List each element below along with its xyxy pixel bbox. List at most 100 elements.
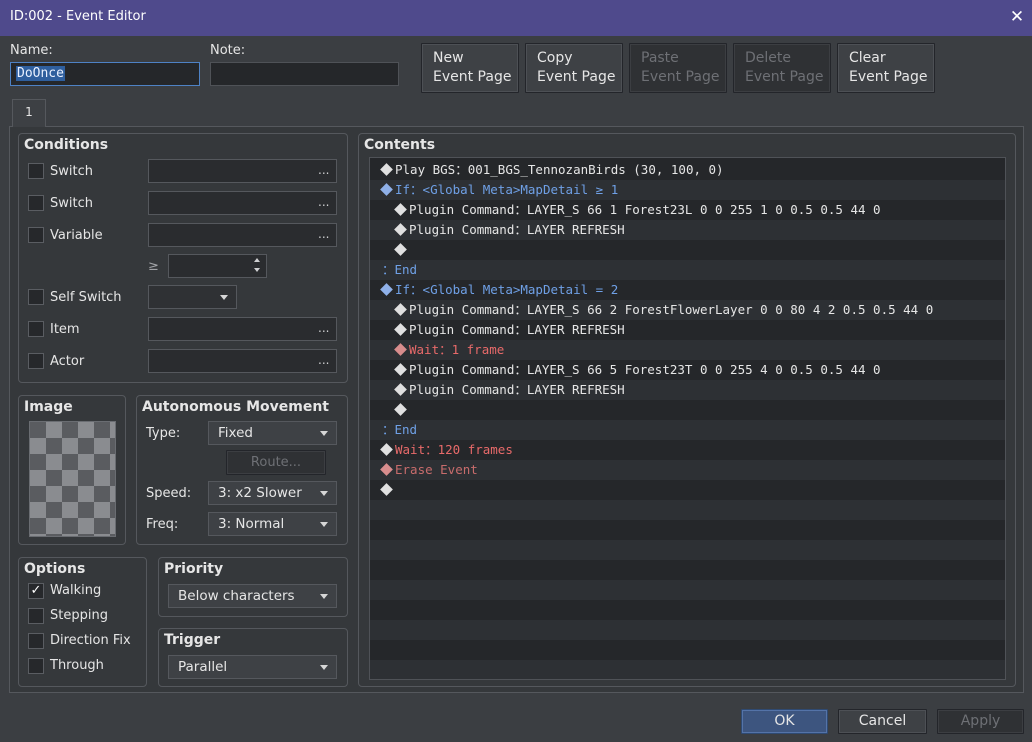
self-switch-checkbox[interactable] <box>28 289 44 305</box>
new-event-page-button[interactable]: New Event Page <box>421 43 519 93</box>
route-button[interactable]: Route... <box>226 450 326 475</box>
switch1-ellipsis: ... <box>318 163 330 177</box>
self-switch-label: Self Switch <box>50 290 122 305</box>
command-row[interactable] <box>370 240 1005 260</box>
diamond-icon <box>394 383 407 396</box>
command-text: Erase Event <box>395 462 478 477</box>
variable-checkbox[interactable] <box>28 227 44 243</box>
command-text: Plugin Command：LAYER REFRESH <box>409 382 625 397</box>
command-text: Play BGS：001_BGS_TennozanBirds (30, 100,… <box>395 162 724 177</box>
command-row[interactable]: Plugin Command：LAYER_S 66 1 Forest23L 0 … <box>370 200 1005 220</box>
priority-select[interactable]: Below characters <box>168 584 337 608</box>
movement-freq-select[interactable]: 3: Normal <box>208 512 337 536</box>
image-title: Image <box>24 399 73 415</box>
spinner-down-icon[interactable] <box>254 268 260 272</box>
diamond-icon <box>394 223 407 236</box>
cancel-button[interactable]: Cancel <box>838 709 927 734</box>
ok-button[interactable]: OK <box>741 709 828 734</box>
command-text: Plugin Command：LAYER_S 66 5 Forest23T 0 … <box>409 362 881 377</box>
trigger-title: Trigger <box>164 632 221 648</box>
variable-value-spinner[interactable] <box>168 254 267 278</box>
empty-row <box>370 660 1005 679</box>
switch2-label: Switch <box>50 196 93 211</box>
switch1-field[interactable] <box>148 159 337 183</box>
diamond-icon <box>394 243 407 256</box>
actor-field[interactable] <box>148 349 337 373</box>
command-row[interactable]: ：End <box>370 420 1005 440</box>
walking-checkbox[interactable]: ✓ <box>28 583 44 599</box>
command-text: Plugin Command：LAYER_S 66 1 Forest23L 0 … <box>409 202 881 217</box>
variable-field[interactable] <box>148 223 337 247</box>
diamond-icon <box>380 463 393 476</box>
paste-event-page-button[interactable]: Paste Event Page <box>629 43 727 93</box>
diamond-icon <box>380 483 393 496</box>
command-row[interactable]: If：<Global Meta>MapDetail ≥ 1 <box>370 180 1005 200</box>
empty-row <box>370 560 1005 580</box>
variable-label: Variable <box>50 228 103 243</box>
apply-button[interactable]: Apply <box>937 709 1024 734</box>
movement-speed-value: 3: x2 Slower <box>218 485 302 501</box>
command-row[interactable]: Wait：120 frames <box>370 440 1005 460</box>
command-row[interactable]: If：<Global Meta>MapDetail = 2 <box>370 280 1005 300</box>
diamond-icon <box>394 343 407 356</box>
chevron-down-icon <box>320 522 328 527</box>
command-row[interactable] <box>370 480 1005 500</box>
command-row[interactable]: Plugin Command：LAYER REFRESH <box>370 220 1005 240</box>
actor-ellipsis: ... <box>318 353 330 367</box>
stepping-checkbox[interactable] <box>28 608 44 624</box>
autonomous-movement-title: Autonomous Movement <box>142 399 329 415</box>
diamond-icon <box>394 323 407 336</box>
trigger-value: Parallel <box>178 659 228 675</box>
diamond-icon <box>394 403 407 416</box>
command-text: Plugin Command：LAYER_S 66 2 ForestFlower… <box>409 302 934 317</box>
event-command-list[interactable]: Play BGS：001_BGS_TennozanBirds (30, 100,… <box>369 157 1006 680</box>
trigger-select[interactable]: Parallel <box>168 655 337 679</box>
options-title: Options <box>24 561 86 577</box>
name-input[interactable]: DoOnce <box>10 62 200 86</box>
command-row[interactable] <box>370 400 1005 420</box>
chevron-down-icon <box>320 594 328 599</box>
command-row[interactable]: Plugin Command：LAYER REFRESH <box>370 380 1005 400</box>
switch1-checkbox[interactable] <box>28 163 44 179</box>
item-checkbox[interactable] <box>28 321 44 337</box>
image-preview[interactable] <box>29 421 116 537</box>
command-row[interactable]: Plugin Command：LAYER_S 66 2 ForestFlower… <box>370 300 1005 320</box>
diamond-icon <box>380 443 393 456</box>
spinner-up-icon[interactable] <box>254 258 260 262</box>
delete-event-page-button[interactable]: Delete Event Page <box>733 43 831 93</box>
empty-row <box>370 540 1005 560</box>
priority-value: Below characters <box>178 588 295 604</box>
movement-freq-label: Freq: <box>146 517 179 532</box>
note-input[interactable] <box>210 62 399 86</box>
note-label: Note: <box>210 43 246 58</box>
switch2-field[interactable] <box>148 191 337 215</box>
diamond-icon <box>380 163 393 176</box>
variable-ellipsis: ... <box>318 227 330 241</box>
command-row[interactable]: ：End <box>370 260 1005 280</box>
direction-fix-checkbox[interactable] <box>28 633 44 649</box>
switch2-checkbox[interactable] <box>28 195 44 211</box>
walking-label: Walking <box>50 583 102 598</box>
copy-event-page-button[interactable]: Copy Event Page <box>525 43 623 93</box>
movement-speed-select[interactable]: 3: x2 Slower <box>208 481 337 505</box>
empty-row <box>370 640 1005 660</box>
movement-type-select[interactable]: Fixed <box>208 421 337 445</box>
title-bar <box>0 0 1032 36</box>
command-row[interactable]: Erase Event <box>370 460 1005 480</box>
command-row[interactable]: Play BGS：001_BGS_TennozanBirds (30, 100,… <box>370 160 1005 180</box>
diamond-icon <box>394 363 407 376</box>
command-row[interactable]: Plugin Command：LAYER_S 66 5 Forest23T 0 … <box>370 360 1005 380</box>
movement-type-value: Fixed <box>218 425 253 441</box>
command-row[interactable]: Plugin Command：LAYER REFRESH <box>370 320 1005 340</box>
command-row[interactable]: Wait：1 frame <box>370 340 1005 360</box>
close-icon[interactable]: ✕ <box>1006 6 1028 28</box>
chevron-down-icon <box>220 295 228 300</box>
self-switch-select[interactable] <box>148 285 237 309</box>
item-field[interactable] <box>148 317 337 341</box>
actor-checkbox[interactable] <box>28 353 44 369</box>
clear-event-page-button[interactable]: Clear Event Page <box>837 43 935 93</box>
stepping-label: Stepping <box>50 608 108 623</box>
through-checkbox[interactable] <box>28 658 44 674</box>
chevron-down-icon <box>320 665 328 670</box>
tab-page-1[interactable]: 1 <box>12 99 46 127</box>
